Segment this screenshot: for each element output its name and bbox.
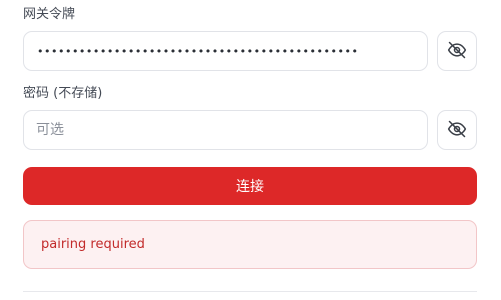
gateway-connect-form: 网关令牌 •••••••••••••••••••••••••••••••••••…	[0, 0, 501, 300]
gateway-token-field[interactable]: ••••••••••••••••••••••••••••••••••••••••…	[23, 31, 428, 71]
connect-button[interactable]: 连接	[23, 167, 477, 205]
eye-off-icon	[447, 119, 467, 142]
divider	[23, 291, 477, 292]
toggle-password-visibility-button[interactable]	[437, 110, 477, 150]
eye-off-icon	[447, 40, 467, 63]
error-alert: pairing required	[23, 220, 477, 269]
password-field-wrapper	[23, 110, 428, 150]
toggle-token-visibility-button[interactable]	[437, 31, 477, 71]
error-message: pairing required	[41, 237, 145, 252]
gateway-token-label: 网关令牌	[23, 7, 76, 22]
password-input[interactable]	[24, 111, 427, 149]
password-label: 密码 (不存储)	[23, 86, 103, 101]
gateway-token-masked-value[interactable]: ••••••••••••••••••••••••••••••••••••••••…	[37, 44, 367, 60]
